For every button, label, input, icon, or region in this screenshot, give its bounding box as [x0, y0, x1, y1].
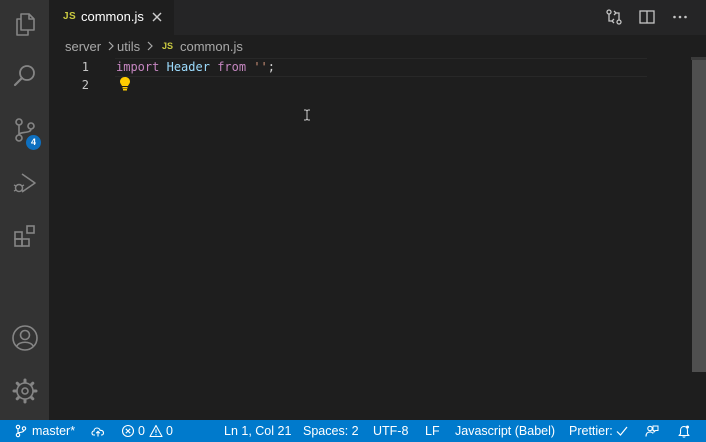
error-count[interactable]: 0: [138, 420, 145, 442]
notifications-bell-icon[interactable]: [677, 424, 691, 438]
error-icon[interactable]: [121, 424, 135, 438]
tab-common-js[interactable]: JS common.js: [49, 0, 174, 35]
line-number: 1: [81, 60, 89, 74]
tab-label: common.js: [81, 9, 144, 24]
scrollbar-thumb[interactable]: [692, 60, 706, 372]
chevron-right-icon: [147, 41, 153, 51]
keyword-from: from: [217, 60, 247, 74]
vertical-scrollbar[interactable]: [691, 57, 706, 420]
breadcrumb-server[interactable]: server: [65, 39, 101, 54]
indentation[interactable]: Spaces: 2: [303, 420, 359, 442]
check-icon: [616, 426, 628, 436]
close-icon[interactable]: [150, 10, 164, 24]
open-changes-icon[interactable]: [605, 8, 623, 26]
code-line: 2: [49, 76, 691, 94]
tab-bar: JS common.js: [49, 0, 706, 35]
lightbulb-icon[interactable]: [119, 76, 131, 92]
warning-icon[interactable]: [149, 424, 163, 438]
run-debug-button[interactable]: [0, 161, 49, 205]
keyword-import: import: [116, 60, 160, 74]
run-debug-icon: [13, 173, 36, 193]
text-cursor-icon: [304, 109, 310, 121]
chevron-right-icon: [108, 41, 114, 51]
cursor-position[interactable]: Ln 1, Col 21: [224, 420, 291, 442]
manage-button[interactable]: [0, 369, 49, 413]
code-line: 1 import Header from '';: [49, 58, 691, 77]
encoding[interactable]: UTF-8: [373, 420, 408, 442]
more-actions-icon[interactable]: [671, 8, 689, 26]
end-of-line[interactable]: LF: [425, 420, 440, 442]
account-icon: [11, 325, 38, 351]
split-editor-icon[interactable]: [638, 8, 656, 26]
vscode-window: 4 JS common.js server utils JS common.js…: [0, 0, 706, 442]
code-text: import Header from '';: [116, 58, 275, 76]
semicolon: ;: [267, 60, 276, 74]
status-bar: master* 0 0 Ln 1, Col 21 Spaces: 2 UTF-8…: [0, 420, 706, 442]
files-icon: [15, 13, 35, 36]
branch-name[interactable]: master*: [32, 420, 75, 442]
source-control-badge: 4: [26, 135, 41, 150]
git-branch-icon: [15, 424, 27, 438]
js-file-icon: JS: [162, 41, 174, 51]
prettier-status[interactable]: Prettier:: [569, 420, 613, 442]
explorer-button[interactable]: [0, 2, 49, 46]
warning-count[interactable]: 0: [166, 420, 173, 442]
source-control-button[interactable]: 4: [0, 108, 49, 152]
breadcrumb-utils[interactable]: utils: [117, 39, 140, 54]
activity-bar: 4: [0, 0, 49, 420]
accounts-button[interactable]: [0, 316, 49, 360]
search-button[interactable]: [0, 54, 49, 98]
breadcrumb: server utils JS common.js: [49, 35, 706, 57]
language-mode[interactable]: Javascript (Babel): [455, 420, 555, 442]
gear-icon: [12, 378, 37, 404]
line-number: 2: [81, 78, 89, 92]
search-icon: [13, 65, 35, 87]
code-editor[interactable]: 1 import Header from ''; 2: [49, 57, 691, 420]
feedback-icon[interactable]: [645, 424, 659, 438]
js-file-icon: JS: [63, 11, 77, 22]
extensions-button[interactable]: [0, 214, 49, 258]
breadcrumb-file[interactable]: common.js: [180, 39, 243, 54]
cloud-upload-icon[interactable]: [91, 424, 105, 438]
identifier-header: Header: [166, 60, 210, 74]
extensions-icon: [13, 225, 35, 247]
string-literal: '': [253, 60, 268, 74]
